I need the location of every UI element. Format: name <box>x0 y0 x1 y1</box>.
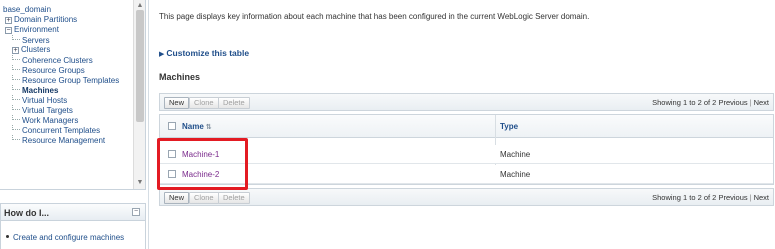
how-do-i-title: How do I... <box>4 208 49 218</box>
tree-branch-line <box>12 85 20 90</box>
tree-branch-line <box>12 75 20 80</box>
new-button[interactable]: New <box>164 97 190 109</box>
select-all-checkbox[interactable] <box>168 122 176 130</box>
tree-branch-line <box>12 125 20 130</box>
tree-branch-line <box>12 135 20 140</box>
main-content: This page displays key information about… <box>148 0 775 249</box>
machine-name-link[interactable]: Machine-2 <box>182 170 219 179</box>
expand-icon[interactable]: + <box>12 47 19 54</box>
tree-item-label[interactable]: Virtual Targets <box>22 106 73 115</box>
collapse-icon[interactable]: − <box>132 208 140 216</box>
delete-button[interactable]: Delete <box>218 97 250 109</box>
tree-item-label[interactable]: Coherence Clusters <box>22 56 93 65</box>
clone-button[interactable]: Clone <box>189 192 219 204</box>
tree-item[interactable]: − Environment <box>3 25 131 35</box>
tree-item[interactable]: Virtual Hosts <box>3 95 131 105</box>
domain-structure-panel: base_domain + Domain Partitions − Environmen… <box>0 0 146 190</box>
scroll-thumb[interactable] <box>136 10 144 122</box>
tree-branch-line <box>12 105 20 110</box>
tree-item-label[interactable]: Servers <box>22 36 50 45</box>
tree-item[interactable]: + Clusters <box>3 45 131 55</box>
pager-separator: | <box>749 98 752 107</box>
table-row: Machine-1 Machine <box>160 145 773 164</box>
tree-scrollbar[interactable]: ▲ ▼ <box>133 0 145 189</box>
bullet-icon <box>6 235 9 238</box>
customize-table-label[interactable]: Customize this table <box>166 48 249 58</box>
tree-item-label[interactable]: Environment <box>14 25 59 34</box>
tree-item[interactable]: Coherence Clusters <box>3 55 131 65</box>
tree-item-label[interactable]: Resource Management <box>22 136 105 145</box>
tree-branch-line <box>12 35 20 40</box>
tree-item[interactable]: Resource Groups <box>3 65 131 75</box>
sort-icon[interactable]: ⇅ <box>206 124 212 131</box>
how-do-i-header: How do I... − <box>0 203 146 221</box>
tree-item-label[interactable]: Domain Partitions <box>14 15 77 24</box>
tree-branch-line <box>12 95 20 100</box>
tree-item[interactable]: Concurrent Templates <box>3 125 131 135</box>
tree-item-label[interactable]: Resource Groups <box>22 66 85 75</box>
tree-item-label[interactable]: Work Managers <box>22 116 78 125</box>
new-button[interactable]: New <box>164 192 190 204</box>
pager-previous[interactable]: Previous <box>718 98 747 107</box>
machine-name-link[interactable]: Machine-1 <box>182 150 219 159</box>
column-header-name-label[interactable]: Name <box>182 122 204 131</box>
tree-item[interactable]: Resource Group Templates <box>3 75 131 85</box>
expand-icon[interactable]: + <box>5 17 12 24</box>
how-do-i-link-create-machines[interactable]: Create and configure machines <box>6 233 124 242</box>
table-toolbar-bottom: New Clone Delete Showing 1 to 2 of 2 Pre… <box>159 188 774 206</box>
domain-tree: base_domain + Domain Partitions − Environmen… <box>3 5 131 145</box>
page-description: This page displays key information about… <box>159 12 590 21</box>
table-header: Name ⇅ Type <box>160 115 773 138</box>
delete-button[interactable]: Delete <box>218 192 250 204</box>
column-header-name[interactable]: Name ⇅ <box>182 122 212 131</box>
pager-next[interactable]: Next <box>754 193 769 202</box>
clone-button[interactable]: Clone <box>189 97 219 109</box>
machines-table: Name ⇅ Type Machine-1 Machine Machine-2 M… <box>159 114 774 185</box>
pager-showing: Showing 1 to 2 of 2 <box>652 193 717 202</box>
table-toolbar-top: New Clone Delete Showing 1 to 2 of 2 Pre… <box>159 93 774 111</box>
row-checkbox[interactable] <box>168 170 176 178</box>
tree-item[interactable]: base_domain <box>3 5 131 15</box>
expand-triangle-icon[interactable]: ▶ <box>159 51 164 58</box>
tree-item[interactable]: Resource Management <box>3 135 131 145</box>
tree-item[interactable]: Virtual Targets <box>3 105 131 115</box>
column-header-type[interactable]: Type <box>500 122 518 131</box>
pager-showing: Showing 1 to 2 of 2 <box>652 98 717 107</box>
tree-item[interactable]: + Domain Partitions <box>3 15 131 25</box>
tree-item-label[interactable]: Resource Group Templates <box>22 76 119 85</box>
how-do-i-link-label[interactable]: Create and configure machines <box>13 233 124 242</box>
collapse-icon[interactable]: − <box>5 27 12 34</box>
tree-branch-line <box>12 65 20 70</box>
tree-item[interactable]: Work Managers <box>3 115 131 125</box>
machine-type: Machine <box>500 170 531 179</box>
tree-item-label[interactable]: Clusters <box>21 45 50 54</box>
tree-item-label[interactable]: Virtual Hosts <box>22 96 67 105</box>
tree-item[interactable]: Machines <box>3 85 131 95</box>
pager-separator: | <box>749 193 752 202</box>
customize-table-link[interactable]: ▶ Customize this table <box>159 48 249 58</box>
tree-branch-line <box>12 115 20 120</box>
scroll-down-icon[interactable]: ▼ <box>136 179 144 187</box>
how-do-i-panel: Create and configure machines <box>0 221 146 249</box>
pager-next[interactable]: Next <box>754 98 769 107</box>
pager-bottom: Showing 1 to 2 of 2 Previous | Next <box>652 193 769 202</box>
pager-top: Showing 1 to 2 of 2 Previous | Next <box>652 98 769 107</box>
pager-previous[interactable]: Previous <box>718 193 747 202</box>
tree-branch-line <box>12 55 20 60</box>
table-row: Machine-2 Machine <box>160 165 773 184</box>
tree-item[interactable]: Servers <box>3 35 131 45</box>
tree-item-label[interactable]: base_domain <box>3 5 51 14</box>
tree-item-label[interactable]: Concurrent Templates <box>22 126 100 135</box>
scroll-up-icon[interactable]: ▲ <box>136 2 144 10</box>
tree-item-label[interactable]: Machines <box>22 86 58 95</box>
machine-type: Machine <box>500 150 531 159</box>
machines-section-title: Machines <box>159 72 201 82</box>
left-column: base_domain + Domain Partitions − Environmen… <box>0 0 148 249</box>
row-checkbox[interactable] <box>168 150 176 158</box>
